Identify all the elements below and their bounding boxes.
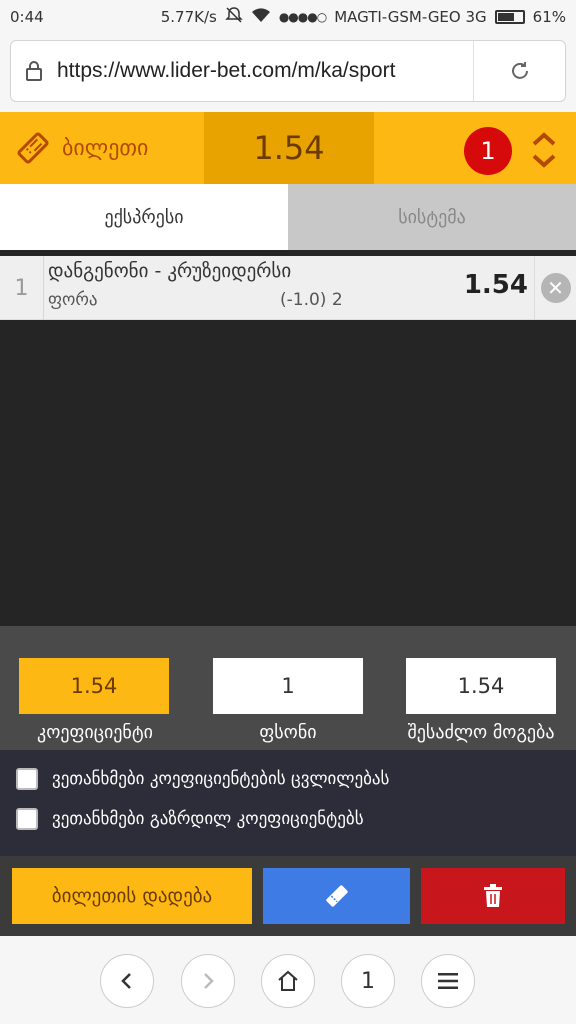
chevron-up-down-icon [532, 132, 556, 168]
bet-index: 1 [0, 256, 44, 320]
signal-icon: ●●●●○ [278, 10, 327, 24]
home-button[interactable] [261, 954, 315, 1008]
tabs-button[interactable]: 1 [341, 954, 395, 1008]
battery-fill [497, 13, 514, 21]
empty-area [0, 320, 576, 626]
place-bet-button[interactable]: ბილეთის დადება [12, 868, 252, 924]
ticket-button[interactable] [263, 868, 410, 924]
checkbox[interactable] [16, 768, 38, 790]
forward-button[interactable] [181, 954, 235, 1008]
total-odds: 1.54 [204, 112, 374, 184]
agree-odds-change[interactable]: ვეთანხმები კოეფიციენტების ცვლილებას [16, 768, 389, 790]
menu-icon [438, 973, 458, 989]
possible-win-box: 1.54 [406, 658, 556, 714]
url-text[interactable]: https://www.lider-bet.com/m/ka/sport [57, 59, 473, 83]
bet-type-tabs: ექსპრესი სისტემა [0, 184, 576, 250]
betslip-title: ბილეთი [62, 135, 149, 161]
browser-nav-bar: 1 [0, 936, 576, 1024]
back-button[interactable] [100, 954, 154, 1008]
menu-button[interactable] [421, 954, 475, 1008]
lock-icon [11, 60, 57, 82]
expand-toggle[interactable] [530, 130, 558, 170]
checkbox[interactable] [16, 808, 38, 830]
agree-odds-change-label: ვეთანხმები კოეფიციენტების ცვლილებას [52, 769, 390, 789]
browser-toolbar: https://www.lider-bet.com/m/ka/sport [0, 34, 576, 112]
bet-count-badge: 1 [464, 127, 512, 175]
chevron-right-icon [204, 973, 214, 989]
coefficient-box: 1.54 [19, 658, 169, 714]
betslip-header[interactable]: ბილეთი 1.54 1 [0, 112, 576, 184]
status-bar: 0:44 5.77K/s ●●●●○ MAGTI-GSM-GEO 3G 61% [0, 0, 576, 34]
agree-increased-odds-label: ვეთანხმები გაზრდილ კოეფიციენტებს [52, 809, 364, 829]
address-bar[interactable]: https://www.lider-bet.com/m/ka/sport [10, 40, 566, 102]
agree-increased-odds[interactable]: ვეთანხმები გაზრდილ კოეფიციენტებს [16, 808, 364, 830]
bet-row: 1 დანგენონი - კრუზეიდერსი ფორა (-1.0) 2 … [0, 256, 576, 320]
status-right: 5.77K/s ●●●●○ MAGTI-GSM-GEO 3G 61% [161, 6, 566, 28]
reload-button[interactable] [473, 41, 565, 101]
action-bar: ბილეთის დადება [0, 856, 576, 936]
ticket-icon [17, 132, 49, 164]
remove-bet-button[interactable]: ✕ [534, 256, 576, 320]
chevron-left-icon [121, 973, 131, 989]
status-time: 0:44 [10, 8, 44, 26]
tab-express[interactable]: ექსპრესი [0, 184, 288, 250]
bet-summary: 1.54 1 1.54 კოეფიციენტი ფსონი შესაძლო მო… [0, 626, 576, 750]
battery-icon [494, 10, 525, 24]
bet-selection: (-1.0) 2 [280, 290, 343, 310]
clear-button[interactable] [421, 868, 565, 924]
betslip-brand[interactable]: ბილეთი [0, 112, 204, 184]
close-icon: ✕ [540, 273, 571, 303]
tab-system[interactable]: სისტემა [288, 184, 576, 250]
agreements: ვეთანხმები კოეფიციენტების ცვლილებას ვეთა… [0, 750, 576, 856]
possible-win-label: შესაძლო მოგება [407, 722, 555, 743]
ticket-icon [325, 885, 348, 907]
carrier-name: MAGTI-GSM-GEO 3G [334, 8, 487, 26]
stake-label: ფსონი [259, 722, 317, 743]
battery-percent: 61% [532, 8, 566, 26]
home-icon [278, 970, 298, 991]
bet-market: ფორა [48, 290, 98, 310]
trash-icon [484, 884, 502, 907]
coefficient-label: კოეფიციენტი [37, 722, 153, 743]
reload-icon [511, 62, 528, 79]
network-speed: 5.77K/s [160, 8, 217, 26]
wifi-icon [251, 7, 271, 27]
bet-event: დანგენონი - კრუზეიდერსი [48, 260, 292, 282]
stake-input[interactable]: 1 [213, 658, 363, 714]
bet-odds: 1.54 [463, 270, 528, 300]
mute-icon [225, 6, 243, 28]
